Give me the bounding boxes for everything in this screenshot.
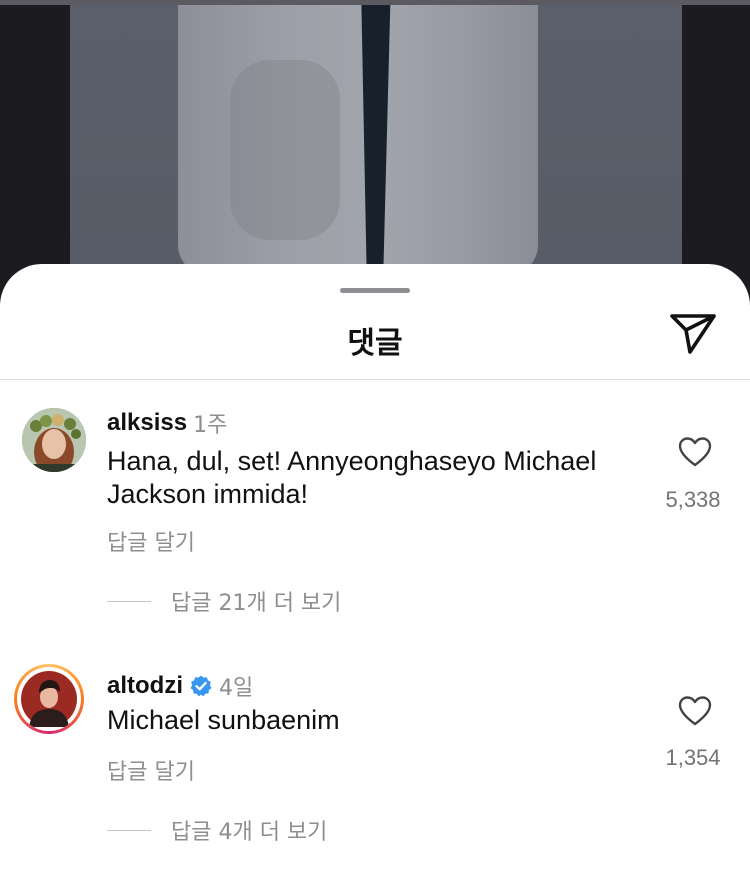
comment-header: alksiss 1주 [107, 407, 227, 439]
comment-time: 4일 [219, 676, 254, 701]
comment-text: Hana, dul, set! Annyeonghaseyo Michael J… [107, 446, 597, 509]
view-replies-label: 답글 4개 더 보기 [171, 820, 328, 845]
avatar-image [22, 408, 86, 472]
comment-username[interactable]: alksiss [107, 409, 187, 437]
view-replies-label: 답글 21개 더 보기 [171, 591, 342, 616]
view-replies-button[interactable]: 답글 21개 더 보기 [107, 585, 341, 617]
sheet-header-divider [0, 379, 750, 380]
reply-button[interactable]: 답글 달기 [107, 525, 195, 557]
avatar-image [21, 671, 77, 727]
avatar[interactable] [22, 408, 86, 472]
video-background[interactable] [0, 0, 750, 300]
view-replies-line [107, 600, 151, 602]
comment-time: 1주 [193, 413, 228, 438]
video-shirt-shade [230, 60, 340, 240]
view-replies-button[interactable]: 답글 4개 더 보기 [107, 814, 327, 846]
sheet-title: 댓글 [347, 326, 403, 361]
view-replies-line [107, 829, 151, 831]
comments-sheet: 댓글 alksiss 1주 Hana, dul, set! Annyeongha… [0, 264, 750, 870]
verified-badge-icon [190, 675, 212, 697]
avatar-story-ring[interactable] [14, 664, 84, 734]
comment-header: altodzi 4일 [107, 670, 253, 702]
sheet-drag-handle[interactable] [340, 288, 410, 293]
avatar-inner-gap [17, 667, 81, 731]
heart-icon[interactable] [678, 695, 712, 727]
comment-username[interactable]: altodzi [107, 672, 183, 700]
reply-button[interactable]: 답글 달기 [107, 754, 195, 786]
like-count: 5,338 [665, 487, 721, 512]
send-icon[interactable] [668, 312, 718, 356]
like-count: 1,354 [665, 745, 721, 770]
heart-icon[interactable] [678, 436, 712, 468]
comment-text: Michael sunbaenim [107, 705, 340, 735]
